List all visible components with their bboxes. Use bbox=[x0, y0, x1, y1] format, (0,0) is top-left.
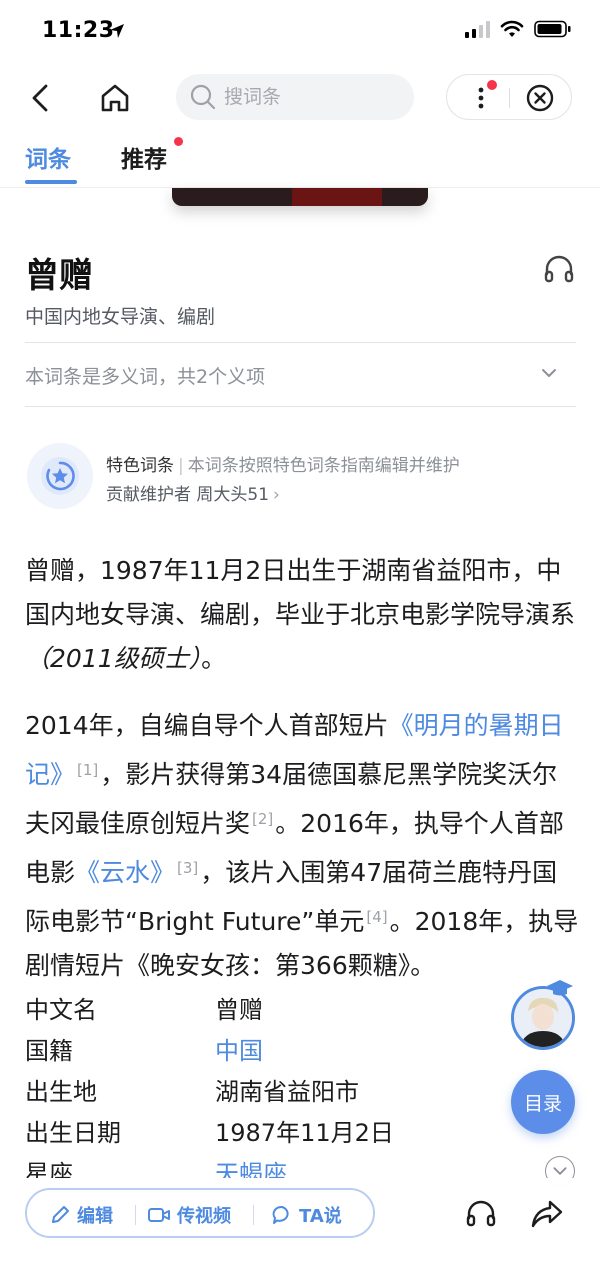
maintainer-link[interactable]: 贡献维护者 周大头51 › bbox=[106, 480, 280, 505]
header-photo[interactable] bbox=[172, 188, 428, 206]
info-row: 中文名 曾赠 bbox=[25, 996, 263, 1024]
mini-program-capsule bbox=[446, 74, 572, 120]
listen-icon[interactable] bbox=[465, 1198, 497, 1230]
bottom-toolbar: 编辑 传视频 TA说 bbox=[0, 1178, 600, 1268]
ta-comment-button[interactable]: TA说 bbox=[271, 1202, 342, 1228]
featured-label: 特色词条 bbox=[106, 456, 174, 476]
table-of-contents-button[interactable]: 目录 bbox=[511, 1070, 575, 1134]
entry-subtitle: 中国内地女导演、编剧 bbox=[25, 306, 216, 328]
back-icon[interactable] bbox=[26, 80, 56, 116]
status-icons bbox=[465, 20, 572, 38]
info-row: 国籍 中国 bbox=[25, 1031, 505, 1071]
star-badge-icon bbox=[41, 457, 79, 495]
recommend-badge-dot bbox=[174, 137, 183, 146]
status-bar: 11:23 bbox=[0, 0, 600, 62]
search-input[interactable] bbox=[224, 86, 384, 108]
chevron-down-icon[interactable] bbox=[538, 362, 560, 384]
battery-icon bbox=[534, 20, 571, 38]
film-link-yunshui[interactable]: 《云水》 bbox=[75, 858, 175, 887]
tab-entry[interactable]: 词条 bbox=[25, 140, 71, 174]
info-row: 出生地 湖南省益阳市 bbox=[25, 1078, 359, 1106]
cellular-signal-icon bbox=[465, 20, 490, 38]
close-icon[interactable] bbox=[525, 83, 555, 113]
reference-4[interactable]: [4] bbox=[366, 908, 387, 926]
home-icon[interactable] bbox=[98, 80, 132, 116]
video-camera-icon bbox=[148, 1208, 170, 1222]
upload-video-button[interactable]: 传视频 bbox=[147, 1202, 231, 1228]
action-pill: 编辑 传视频 TA说 bbox=[25, 1188, 375, 1238]
active-tab-indicator bbox=[25, 180, 77, 184]
wifi-icon bbox=[500, 20, 524, 37]
location-arrow-icon bbox=[110, 24, 124, 38]
pencil-icon bbox=[52, 1206, 69, 1223]
reference-3[interactable]: [3] bbox=[177, 859, 198, 877]
status-time: 11:23 bbox=[42, 18, 115, 43]
tab-recommend[interactable]: 推荐 bbox=[121, 140, 167, 174]
divider bbox=[25, 406, 576, 407]
featured-description: 本词条按照特色词条指南编辑并维护 bbox=[187, 456, 460, 476]
search-box[interactable] bbox=[176, 74, 414, 120]
entry-title: 曾赠 bbox=[25, 256, 93, 296]
graduation-cap-icon bbox=[547, 980, 573, 996]
zodiac-link[interactable]: 天蝎座 bbox=[215, 1154, 287, 1178]
career-paragraph: 2014年，自编自导个人首部短片《明月的暑期日记》 [1]，影片获得第34届德国慕… bbox=[25, 711, 579, 980]
intro-paragraph: 曾赠，1987年11月2日出生于湖南省益阳市，中国内地女导演、编剧，毕业于北京电… bbox=[25, 556, 576, 673]
notification-dot bbox=[487, 80, 497, 90]
reference-2[interactable]: [2] bbox=[252, 810, 273, 828]
info-row: 出生日期 1987年11月2日 bbox=[25, 1119, 394, 1147]
share-icon[interactable] bbox=[530, 1198, 564, 1230]
maintainer-label: 贡献维护者 周大头51 bbox=[106, 485, 270, 505]
polysemy-note[interactable]: 本词条是多义词，共2个义项 bbox=[25, 362, 265, 389]
capsule-divider bbox=[509, 88, 510, 108]
search-icon bbox=[190, 84, 216, 110]
info-row: 星座 天蝎座 bbox=[25, 1154, 505, 1178]
featured-badge-icon bbox=[27, 443, 93, 509]
headphones-icon[interactable] bbox=[542, 252, 576, 286]
chevron-right-icon: › bbox=[273, 485, 280, 505]
chat-bubble-icon bbox=[272, 1206, 289, 1224]
nav-bar bbox=[0, 70, 600, 126]
reference-1[interactable]: [1] bbox=[77, 761, 98, 779]
tab-bar: 词条 推荐 bbox=[0, 130, 600, 188]
nationality-link[interactable]: 中国 bbox=[215, 1031, 263, 1066]
edit-button[interactable]: 编辑 bbox=[49, 1202, 113, 1228]
divider bbox=[25, 342, 576, 343]
featured-line: 特色词条 | 本词条按照特色词条指南编辑并维护 bbox=[106, 456, 460, 476]
